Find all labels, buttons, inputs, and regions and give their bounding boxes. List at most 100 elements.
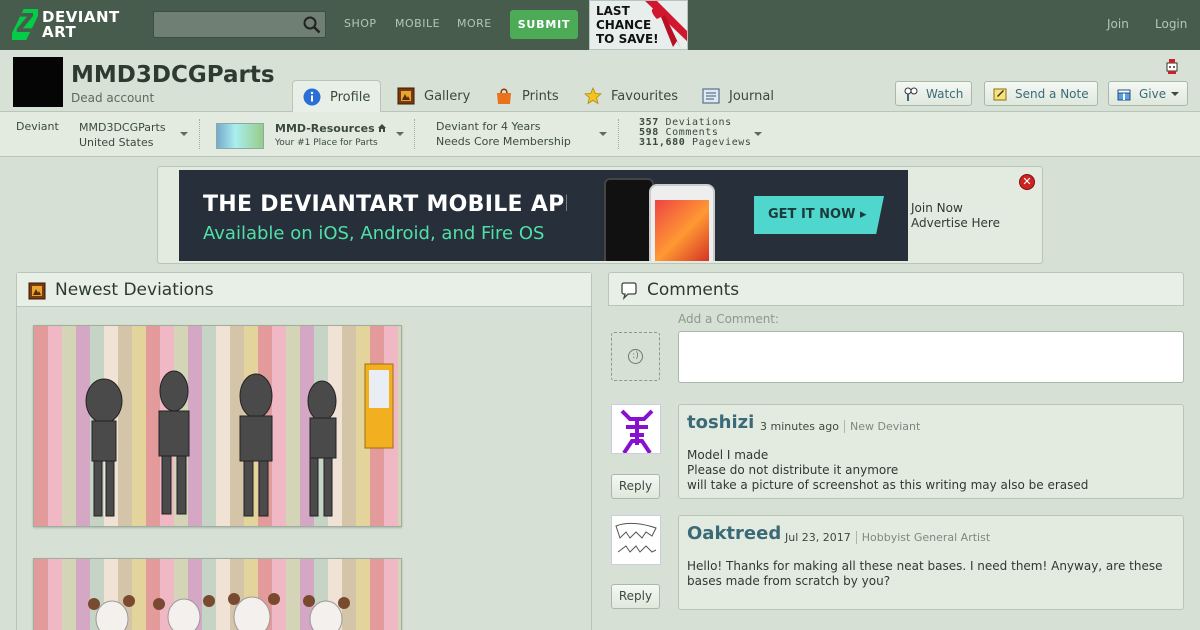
group-image[interactable] (216, 123, 264, 149)
advertise-here-link[interactable]: Advertise Here (911, 216, 1000, 231)
panel-header: Newest Deviations (17, 273, 591, 307)
give-button[interactable]: Give (1108, 81, 1189, 106)
ad-fade (567, 170, 607, 261)
top-navigation-bar: Z DEVIANT ART SHOP MOBILE MORE SUBMIT LA… (0, 0, 1200, 50)
comment-body: Oaktreed Jul 23, 2017 Hobbyist General Ar… (678, 515, 1184, 610)
deviation-thumbnail[interactable] (33, 325, 402, 527)
profile-username[interactable]: MMD3DCGParts (71, 62, 275, 88)
search-icon[interactable] (303, 16, 321, 34)
user-info[interactable]: MMD3DCGParts United States (79, 120, 166, 150)
info-icon (303, 88, 321, 106)
deviantart-z-icon: Z (12, 9, 38, 40)
gift-icon (1117, 89, 1131, 100)
send-note-button[interactable]: Send a Note (984, 81, 1098, 106)
logo-text: DEVIANT ART (42, 9, 120, 41)
panel-title: Newest Deviations (55, 280, 214, 300)
comment-body: toshizi 3 minutes ago New Deviant Model I… (678, 404, 1184, 499)
stat-label: Pageviews (691, 137, 752, 148)
comment-item: Reply toshizi 3 minutes ago New Deviant M… (608, 404, 1184, 499)
chevron-down-icon[interactable] (754, 132, 762, 136)
watch-button[interactable]: Watch (895, 81, 973, 106)
ad-container: THE DEVIANTART MOBILE APP Available on i… (157, 166, 1043, 264)
badge-icon[interactable] (1164, 57, 1180, 75)
newest-deviations-panel: Newest Deviations (16, 272, 592, 630)
comment-input[interactable] (678, 331, 1184, 383)
chevron-down-icon[interactable] (599, 132, 607, 136)
profile-header: MMD3DCGParts Dead account Profile Galler… (0, 50, 1200, 113)
info-country: United States (79, 136, 154, 149)
logo-text-line2: ART (42, 22, 77, 41)
profile-info-bar: Deviant MMD3DCGParts United States MMD-R… (0, 112, 1200, 157)
send-note-label: Send a Note (1015, 86, 1089, 101)
comment-time[interactable]: 3 minutes ago (760, 420, 839, 433)
comment-item: Reply Oaktreed Jul 23, 2017 Hobbyist Gene… (608, 515, 1184, 610)
deviantart-logo[interactable]: Z DEVIANT ART (12, 9, 120, 40)
ad-banner[interactable]: THE DEVIANTART MOBILE APP Available on i… (179, 170, 908, 261)
phone-image (604, 178, 654, 261)
smiley-icon: :) (628, 349, 643, 364)
gallery-icon (28, 282, 46, 300)
login-link[interactable]: Login (1155, 17, 1187, 31)
note-icon (993, 88, 1007, 100)
tab-label: Profile (330, 89, 371, 105)
divider (199, 119, 200, 149)
comment-bubble-icon (621, 282, 637, 300)
anonymous-avatar: :) (611, 332, 660, 381)
avatar[interactable] (13, 57, 63, 107)
journal-icon (702, 88, 720, 104)
get-it-now-button[interactable]: GET IT NOW ▸ (754, 196, 884, 234)
comment-text: Model I made Please do not distribute it… (687, 448, 1089, 492)
deviation-thumbnail[interactable] (33, 558, 402, 630)
stats[interactable]: 357 Deviations 598 Comments 311,680 Page… (639, 118, 752, 148)
model-figures-image (85, 363, 394, 517)
tab-prints[interactable]: Prints (495, 80, 559, 112)
tab-gallery[interactable]: Gallery (397, 80, 470, 112)
tab-journal[interactable]: Journal (702, 80, 774, 112)
comment-time[interactable]: Jul 23, 2017 (785, 531, 851, 544)
tab-profile[interactable]: Profile (292, 80, 382, 113)
membership-status: Needs Core Membership (436, 135, 571, 148)
comment-meta: Jul 23, 2017 Hobbyist General Artist (785, 531, 991, 544)
join-now-link[interactable]: Join Now (911, 201, 1000, 216)
gift-ribbon-icon (645, 1, 687, 49)
join-link[interactable]: Join (1107, 17, 1129, 31)
panel-header: Comments (608, 272, 1184, 306)
close-icon[interactable]: ✕ (1019, 174, 1035, 190)
tab-label: Journal (729, 88, 774, 104)
divider (414, 119, 415, 149)
watch-icon (904, 87, 918, 101)
comment-author[interactable]: toshizi (687, 412, 754, 433)
member-since: Deviant for 4 Years (436, 120, 541, 133)
home-icon (378, 124, 386, 132)
search-input[interactable] (153, 11, 326, 38)
nav-more[interactable]: MORE (457, 17, 492, 30)
reply-button[interactable]: Reply (611, 584, 660, 609)
submit-button[interactable]: SUBMIT (510, 10, 578, 39)
chevron-down-icon[interactable] (180, 132, 188, 136)
promo-banner[interactable]: LAST CHANCE TO SAVE! (589, 0, 688, 50)
comments-panel: Comments Add a Comment: :) Reply toshizi… (608, 272, 1184, 630)
reply-button[interactable]: Reply (611, 474, 660, 499)
stat-pageviews: 311,680 Pageviews (639, 138, 752, 148)
nav-shop[interactable]: SHOP (344, 17, 377, 30)
tab-label: Favourites (611, 88, 678, 104)
group-info[interactable]: MMD-Resources Your #1 Place for Parts (275, 122, 378, 148)
tab-favourites[interactable]: Favourites (584, 80, 678, 112)
profile-tagline: Dead account (71, 91, 155, 105)
gallery-icon (397, 87, 415, 105)
watch-label: Watch (926, 86, 964, 101)
nav-mobile[interactable]: MOBILE (395, 17, 440, 30)
comment-meta: 3 minutes ago New Deviant (760, 420, 921, 433)
commenter-avatar[interactable] (611, 515, 661, 565)
star-icon (584, 87, 602, 105)
chevron-down-icon[interactable] (396, 132, 404, 136)
phone-screen (655, 200, 709, 261)
comment-author[interactable]: Oaktreed (687, 523, 781, 544)
model-figures-image (88, 593, 350, 630)
commenter-avatar[interactable] (611, 404, 661, 454)
membership-info[interactable]: Deviant for 4 Years Needs Core Membershi… (436, 119, 571, 149)
tab-label: Prints (522, 88, 559, 104)
commenter-role: New Deviant (843, 420, 921, 433)
commenter-avatar-image (620, 409, 654, 453)
divider (618, 119, 619, 149)
